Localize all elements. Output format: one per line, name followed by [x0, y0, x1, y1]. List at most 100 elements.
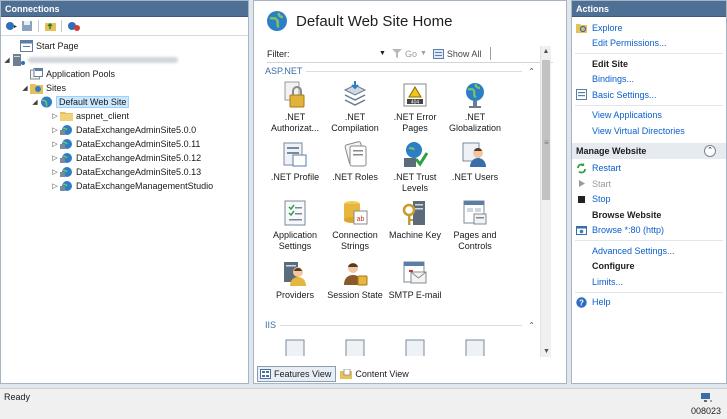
action-label: Bindings...: [592, 74, 635, 85]
action-view-applications[interactable]: View Applications: [572, 108, 726, 124]
tree-node[interactable]: Application Pools: [1, 67, 248, 81]
group-header[interactable]: ASP.NET ⌃: [265, 64, 535, 78]
help-icon: ?: [576, 296, 587, 308]
expand-arrow-icon[interactable]: ▷: [51, 168, 59, 176]
group-collapse-icon[interactable]: ⌃: [528, 321, 535, 330]
feature-item[interactable]: Providers: [265, 258, 325, 301]
actions-title: Actions: [572, 1, 726, 17]
tree-node[interactable]: ▷ DataExchangeAdminSite5.0.11: [1, 137, 248, 151]
expand-arrow-icon[interactable]: ▷: [51, 126, 59, 134]
feature-item[interactable]: .NET Trust Levels: [385, 140, 445, 194]
folder-icon: [59, 110, 73, 123]
save-icon[interactable]: [20, 19, 34, 33]
action-label: View Virtual Directories: [592, 125, 685, 136]
feature-item[interactable]: .NET Roles: [325, 140, 385, 183]
tab-features-view[interactable]: Features View: [257, 366, 337, 382]
action-restart[interactable]: Restart: [572, 161, 726, 177]
home-header: Default Web Site Home: [254, 1, 566, 41]
filter-dropdown-icon[interactable]: ▼: [379, 50, 386, 57]
feature-item[interactable]: Application Settings: [265, 198, 325, 252]
feature-item[interactable]: [325, 336, 385, 356]
connections-tree: Start Page ◢ Application Pools ◢ Sites ◢ Defau…: [1, 36, 248, 193]
action-label: Advanced Settings...: [592, 245, 675, 256]
action-label: Restart: [592, 163, 622, 174]
tree-node[interactable]: ◢: [1, 53, 248, 67]
feature-item[interactable]: .NET Compilation: [325, 80, 385, 134]
feature-item[interactable]: [265, 336, 325, 356]
disconnect-icon[interactable]: [66, 19, 80, 33]
scroll-grip-icon: ≡: [544, 138, 549, 147]
tree-node[interactable]: ▷ DataExchangeAdminSite5.0.12: [1, 151, 248, 165]
feature-item[interactable]: .NET Globalization: [445, 80, 505, 134]
tree-label: [28, 55, 178, 65]
lock-icon: [281, 80, 309, 110]
pages-controls-icon: [461, 198, 489, 228]
group-header[interactable]: IIS ⌃: [265, 318, 535, 332]
tab-content-view[interactable]: Content View: [338, 366, 412, 382]
toolbar-separator: [61, 20, 62, 32]
collapse-section-icon[interactable]: ⌃: [704, 144, 716, 157]
feature-item[interactable]: Machine Key: [385, 198, 445, 241]
redacted-server-name: [28, 57, 178, 63]
action-basic-settings[interactable]: Basic Settings...: [572, 87, 726, 103]
action-help[interactable]: ? Help: [572, 295, 726, 311]
show-all-button[interactable]: Show All: [432, 48, 481, 59]
up-level-icon[interactable]: [43, 19, 57, 33]
tree-label: Sites: [46, 83, 67, 93]
feature-item[interactable]: .NET Authorizat...: [265, 80, 325, 134]
scroll-thumb[interactable]: [542, 60, 550, 200]
action-advanced-settings[interactable]: Advanced Settings...: [572, 243, 726, 259]
action-start[interactable]: Start: [572, 176, 726, 192]
group-divider: [280, 324, 523, 326]
action-label: Start: [592, 178, 612, 189]
tree-node[interactable]: ▷ DataExchangeAdminSite5.0.0: [1, 123, 248, 137]
feature-item[interactable]: [385, 336, 445, 356]
feature-item[interactable]: .NET Users: [445, 140, 505, 183]
tree-node[interactable]: ◢ Default Web Site: [1, 95, 248, 109]
action-label: Configure: [592, 261, 635, 272]
filter-input[interactable]: [301, 47, 379, 60]
feature-label: Machine Key: [388, 230, 442, 240]
feature-item[interactable]: [445, 336, 505, 356]
action-explore[interactable]: Explore: [572, 20, 726, 36]
expand-arrow-icon[interactable]: ▷: [51, 112, 59, 120]
go-button[interactable]: Go ▼: [391, 48, 427, 59]
feature-item[interactable]: 404 .NET Error Pages: [385, 80, 445, 134]
action-browse-80-http[interactable]: Browse *:80 (http): [572, 223, 726, 239]
expand-arrow-icon[interactable]: ▷: [51, 154, 59, 162]
feature-item[interactable]: Session State: [325, 258, 385, 301]
tree-node[interactable]: ▷ aspnet_client: [1, 109, 248, 123]
feature-item[interactable]: ab Connection Strings: [325, 198, 385, 252]
expand-arrow-icon[interactable]: ▷: [51, 140, 59, 148]
content-view-icon: [340, 369, 353, 379]
section-manage-website[interactable]: Manage Website ⌃: [572, 142, 726, 159]
feature-item[interactable]: Pages and Controls: [445, 198, 505, 252]
action-view-virtual-directories[interactable]: View Virtual Directories: [572, 123, 726, 139]
tree-node[interactable]: ▷ DataExchangeAdminSite5.0.13: [1, 165, 248, 179]
scroll-down-icon[interactable]: ▼: [541, 346, 552, 357]
action-limits[interactable]: Limits...: [572, 274, 726, 290]
expand-arrow-icon[interactable]: ▷: [51, 182, 59, 190]
group-collapse-icon[interactable]: ⌃: [528, 67, 535, 76]
tree-node[interactable]: ◢ Sites: [1, 81, 248, 95]
users-icon: [461, 140, 489, 170]
collapse-arrow-icon[interactable]: ◢: [31, 98, 39, 106]
section-title: Manage Website: [576, 145, 647, 156]
scroll-up-icon[interactable]: ▲: [541, 46, 551, 57]
go-label: Go: [404, 48, 417, 59]
action-edit-permissions[interactable]: Edit Permissions...: [572, 36, 726, 52]
feature-label: Providers: [275, 290, 314, 300]
features-scrollbar[interactable]: ▲ ≡ ▼: [540, 46, 551, 357]
action-bindings[interactable]: Bindings...: [572, 72, 726, 88]
feature-item[interactable]: .NET Profile: [265, 140, 325, 183]
collapse-arrow-icon[interactable]: ◢: [3, 56, 11, 64]
collapse-arrow-icon[interactable]: ◢: [21, 84, 29, 92]
selected-tree-label: Default Web Site: [56, 96, 130, 108]
features-view-icon: [260, 369, 271, 379]
action-stop[interactable]: Stop: [572, 192, 726, 208]
connect-icon[interactable]: [4, 19, 18, 33]
feature-item[interactable]: SMTP E-mail: [385, 258, 445, 301]
tree-node[interactable]: ▷ DataExchangeManagementStudio: [1, 179, 248, 193]
action-label: Help: [592, 297, 611, 308]
tree-node[interactable]: Start Page: [1, 39, 248, 53]
